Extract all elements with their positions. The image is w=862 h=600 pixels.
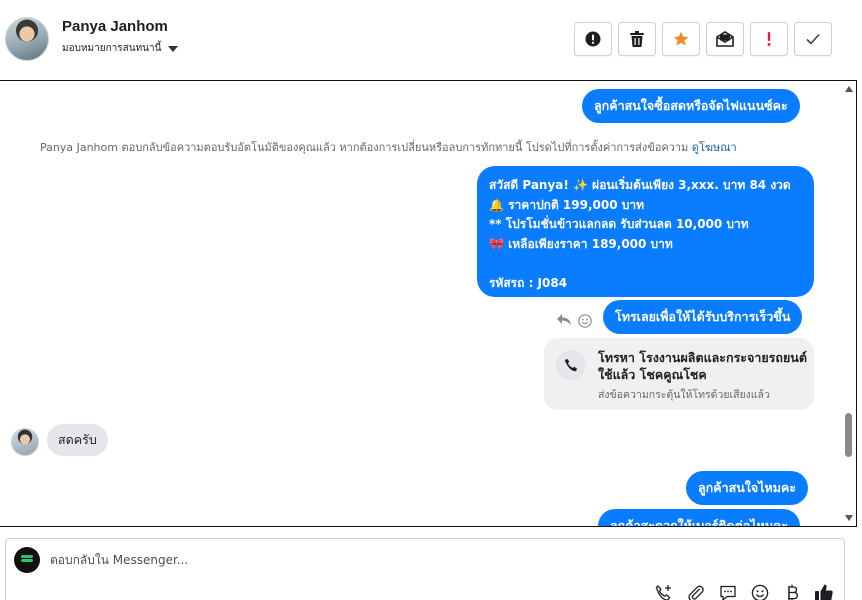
scroll-up-arrow[interactable]: [845, 86, 853, 92]
promo-line: ** โปรโมชั่นข้าวแลกลด รับส่วนลด 10,000 บ…: [489, 217, 749, 231]
paperclip-icon: [688, 585, 704, 600]
phone-icon: [556, 350, 586, 380]
react-emoji-icon[interactable]: [578, 314, 592, 328]
assign-conversation-dropdown[interactable]: มอบหมายการสนทนานี้: [62, 41, 179, 56]
contact-avatar-small: [11, 428, 39, 456]
call-card-title: โทรหา โรงงานผลิตและกระจายรถยนต์ใช้แล้ว โ…: [598, 350, 807, 382]
notice-text: Panya Janhom ตอบกลับข้อความตอบรับอัตโนมั…: [40, 141, 689, 154]
chat-bubble-icon: [720, 585, 736, 600]
reply-icon[interactable]: [556, 313, 572, 327]
saved-replies-button[interactable]: [718, 583, 738, 600]
exclamation-icon: [767, 32, 771, 46]
call-request-card[interactable]: โทรหา โรงงานผลิตและกระจายรถยนต์ใช้แล้ว โ…: [544, 338, 814, 410]
assign-label: มอบหมายการสนทนานี้: [62, 43, 162, 54]
composer-toolbar: [654, 583, 834, 600]
promo-line: [489, 254, 802, 274]
phone-plus-icon: [655, 585, 671, 600]
follow-up-button[interactable]: [662, 22, 700, 56]
trash-icon: [630, 31, 644, 47]
call-request-button[interactable]: [654, 583, 674, 600]
thumbs-up-icon: [815, 584, 833, 600]
mark-unread-button[interactable]: [706, 22, 744, 56]
contact-avatar[interactable]: [5, 17, 49, 61]
alert-circle-icon: [585, 31, 601, 47]
spam-button[interactable]: [574, 22, 612, 56]
promo-line: 🔔 ราคาปกติ 199,000 บาท: [489, 197, 645, 212]
conversation-header: Panya Janhom มอบหมายการสนทนานี้: [0, 0, 862, 80]
incoming-message[interactable]: สดครับ: [47, 424, 108, 456]
message-thread[interactable]: ลูกค้าสนใจซื้อสดหรือจัดไฟแนนซ์คะ Panya J…: [0, 80, 857, 527]
baht-icon: [788, 584, 798, 600]
promo-message[interactable]: สวัสดี Panya! ✨ ผ่อนเริ่มต้นเพียง 3,xxx.…: [477, 166, 814, 297]
action-toolbar: [574, 22, 832, 56]
reply-composer: [5, 538, 845, 600]
auto-reply-notice: Panya Janhom ตอบกลับข้อความตอบรับอัตโนมั…: [40, 138, 737, 156]
outgoing-message[interactable]: ลูกค้าสนใจไหมคะ: [686, 471, 809, 505]
check-icon: [806, 33, 820, 45]
outgoing-message[interactable]: ลูกค้าสนใจซื้อสดหรือจัดไฟแนนซ์คะ: [582, 89, 800, 123]
promo-line: สวัสดี Panya! ✨ ผ่อนเริ่มต้นเพียง 3,xxx.…: [489, 178, 791, 192]
outgoing-message[interactable]: ลูกค้าสะดวกให้เบอร์ติดต่อไหมคะ: [598, 509, 801, 526]
view-ad-link[interactable]: ดูโฆษณา: [692, 141, 737, 154]
star-icon: [673, 31, 689, 46]
scroll-down-arrow[interactable]: [845, 515, 853, 521]
outgoing-message[interactable]: โทรเลยเพื่อให้ได้รับบริการเร็วขึ้น: [603, 300, 803, 334]
emoji-button[interactable]: [750, 583, 770, 600]
promo-line: 🎀 เหลือเพียงราคา 189,000 บาท: [489, 236, 673, 251]
caret-down-icon: [168, 45, 179, 52]
page-avatar: [14, 547, 40, 573]
payment-button[interactable]: [782, 583, 802, 600]
contact-name[interactable]: Panya Janhom: [62, 18, 168, 35]
reply-input[interactable]: [50, 550, 750, 570]
call-card-subtitle: ส่งข้อความกระตุ้นให้โทรด้วยเสียงแล้ว: [598, 389, 770, 401]
scroll-thumb[interactable]: [845, 413, 852, 457]
mail-icon: [716, 31, 734, 47]
delete-button[interactable]: [618, 22, 656, 56]
done-button[interactable]: [794, 22, 832, 56]
priority-button[interactable]: [750, 22, 788, 56]
attach-button[interactable]: [686, 583, 706, 600]
scrollbar[interactable]: [842, 81, 856, 526]
like-button[interactable]: [814, 583, 834, 600]
smiley-icon: [751, 584, 769, 600]
promo-line: รหัสรถ : J084: [489, 275, 568, 290]
